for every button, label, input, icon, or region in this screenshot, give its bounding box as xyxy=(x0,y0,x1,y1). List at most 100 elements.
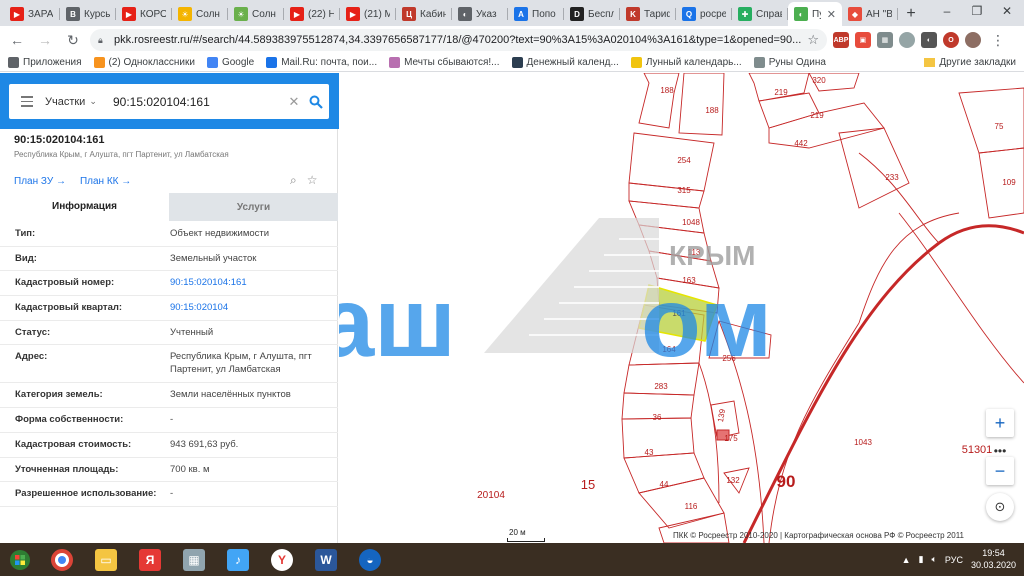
browser-tab[interactable]: D Беспл xyxy=(564,2,620,26)
other-bookmarks[interactable]: Другие закладки xyxy=(924,57,1016,68)
browser-tab[interactable]: Ц Кабин xyxy=(396,2,452,26)
profile-avatar[interactable] xyxy=(964,32,981,48)
browser-tab[interactable]: ▶ (21) М xyxy=(340,2,396,26)
hamburger-menu-icon[interactable] xyxy=(9,96,45,107)
browser-tab[interactable]: ▶ (22) Н xyxy=(284,2,340,26)
parcel-label: 75 xyxy=(995,122,1004,131)
bookmark-item[interactable]: (2) Одноклассники xyxy=(93,57,195,68)
bookmark-favicon-icon xyxy=(8,57,19,68)
cadastral-map[interactable]: 188 188 219 219 320 442 254 315 1048 113… xyxy=(339,73,1024,543)
app-taskbar-icon[interactable]: ◒ xyxy=(348,543,392,576)
clear-icon[interactable]: ✕ xyxy=(285,94,303,110)
back-icon[interactable]: ← xyxy=(6,29,28,51)
parcel-label: 109 xyxy=(1002,178,1016,187)
property-value: 943 691,63 руб. xyxy=(170,438,239,450)
property-key: Адрес: xyxy=(15,351,48,363)
tab-favicon-icon: ◆ xyxy=(848,7,862,21)
clock[interactable]: 19:54 30.03.2020 xyxy=(971,548,1016,571)
menu-kebab-icon[interactable]: ⋮ xyxy=(987,29,1009,51)
tab-label: росре xyxy=(700,8,726,20)
parcel-label: 44 xyxy=(660,480,669,489)
audio-taskbar-icon[interactable]: ♪ xyxy=(216,543,260,576)
parcel-shape xyxy=(678,73,725,136)
new-tab-button[interactable]: + xyxy=(898,2,924,26)
parcel-label: 132 xyxy=(726,476,740,485)
parcel-shape xyxy=(638,477,725,529)
pdf-extension-icon[interactable]: ▣ xyxy=(854,32,871,48)
browser-tab[interactable]: A Попо xyxy=(508,2,564,26)
yandex-taskbar-icon[interactable]: Y xyxy=(260,543,304,576)
reload-icon[interactable]: ↻ xyxy=(62,29,84,51)
quarter-label: 20104 xyxy=(477,490,505,501)
windows-taskbar: ▭ Я ▦ ♪ Y W ◒ ▲ ▮ 🔈︎ РУС 19:54 30.03.202… xyxy=(0,543,1024,576)
property-key: Вид: xyxy=(15,252,37,264)
address-bar[interactable]: 🔒︎ pkk.rosreestr.ru/#/search/44.58938397… xyxy=(90,29,827,51)
property-row: Тип: Объект недвижимости xyxy=(0,222,338,247)
adblock-icon[interactable]: ABP xyxy=(832,32,849,48)
road-line xyxy=(898,212,1024,384)
browser-tab[interactable]: ◐ Пу ✕ xyxy=(788,2,842,26)
tab-favicon-icon: ▶ xyxy=(290,7,304,21)
tab-services[interactable]: Услуги xyxy=(169,193,338,221)
bookmark-item[interactable]: Мечты сбываются!... xyxy=(389,57,500,68)
browser-tab[interactable]: ▶ ЗАРА xyxy=(4,2,60,26)
property-value: Объект недвижимости xyxy=(170,228,270,239)
bookmark-item[interactable]: Google xyxy=(206,57,254,68)
chrome-taskbar-icon[interactable] xyxy=(40,543,84,576)
bookmark-item[interactable]: Денежный календ... xyxy=(511,57,619,68)
property-row: Вид: Земельный участок xyxy=(0,247,338,272)
bookmark-item[interactable]: Лунный календарь... xyxy=(630,57,742,68)
yandex-browser-taskbar-icon[interactable]: Я xyxy=(128,543,172,576)
tab-favicon-icon: A xyxy=(514,7,528,21)
opera-extension-icon[interactable]: O xyxy=(942,32,959,48)
browser-tab[interactable]: Qросре xyxy=(676,2,732,26)
minimize-icon[interactable]: – xyxy=(932,0,962,22)
property-row: Кадастровый квартал: 90:15:020104 xyxy=(0,296,338,321)
browser-tab[interactable]: K Тариф xyxy=(620,2,676,26)
forward-icon[interactable]: → xyxy=(34,29,56,51)
browser-tab[interactable]: ◐ Указ xyxy=(452,2,508,26)
volume-icon[interactable]: 🔈︎ xyxy=(932,554,937,565)
explorer-taskbar-icon[interactable]: ▭ xyxy=(84,543,128,576)
browser-tab[interactable]: ▶ КОРО xyxy=(116,2,172,26)
tray-app-icon[interactable]: ▲ xyxy=(902,555,911,565)
plan-zu-link[interactable]: План ЗУ → xyxy=(14,176,66,187)
parcel-label: 188 xyxy=(705,106,719,115)
search-icon[interactable] xyxy=(303,95,329,109)
property-value[interactable]: 90:15:020104:161 xyxy=(170,277,323,290)
tab-info[interactable]: Информация xyxy=(0,193,169,221)
start-button[interactable] xyxy=(0,543,40,576)
browser-tab[interactable]: ◆ АН "В xyxy=(842,2,898,26)
zoom-out-button[interactable]: − xyxy=(986,457,1014,485)
extension-dark-icon[interactable]: ◐ xyxy=(920,32,937,48)
extension-circle-icon[interactable] xyxy=(898,32,915,48)
tab-close-icon[interactable]: ✕ xyxy=(827,8,836,21)
extension-icon[interactable]: ▦ xyxy=(876,32,893,48)
calculator-taskbar-icon[interactable]: ▦ xyxy=(172,543,216,576)
quarter-label: 15 xyxy=(581,477,595,492)
maximize-icon[interactable]: ❐ xyxy=(962,0,992,22)
browser-tab[interactable]: В Курсы xyxy=(60,2,116,26)
word-taskbar-icon[interactable]: W xyxy=(304,543,348,576)
search-input[interactable]: 90:15:020104:161 xyxy=(113,95,285,109)
browser-tab[interactable]: ☀ Солн xyxy=(172,2,228,26)
locate-me-icon[interactable]: ⊙ xyxy=(986,493,1014,521)
network-icon[interactable]: ▮ xyxy=(919,554,924,565)
property-value: 700 кв. м xyxy=(170,463,210,475)
favorite-star-icon[interactable]: ☆ xyxy=(307,173,318,188)
browser-tab[interactable]: ✚ Справ xyxy=(732,2,788,26)
close-window-icon[interactable]: ✕ xyxy=(992,0,1022,22)
language-indicator[interactable]: РУС xyxy=(945,555,963,565)
plan-kk-link[interactable]: План КК → xyxy=(80,176,131,187)
bookmark-item[interactable]: Приложения xyxy=(8,57,82,68)
zoom-in-button[interactable]: + xyxy=(986,409,1014,437)
bookmark-star-icon[interactable]: ☆ xyxy=(807,32,819,48)
search-type-select[interactable]: Участки ⌄ xyxy=(45,96,113,108)
tab-favicon-icon: ▶ xyxy=(122,7,136,21)
property-value[interactable]: 90:15:020104 xyxy=(170,302,323,315)
bookmark-item[interactable]: Mail.Ru: почта, пои... xyxy=(266,57,377,68)
zoom-to-object-icon[interactable]: ⌕ xyxy=(290,173,297,188)
bookmark-item[interactable]: Руны Одина xyxy=(753,57,826,68)
property-key: Категория земель: xyxy=(15,389,103,401)
browser-tab[interactable]: ☀ Солн xyxy=(228,2,284,26)
